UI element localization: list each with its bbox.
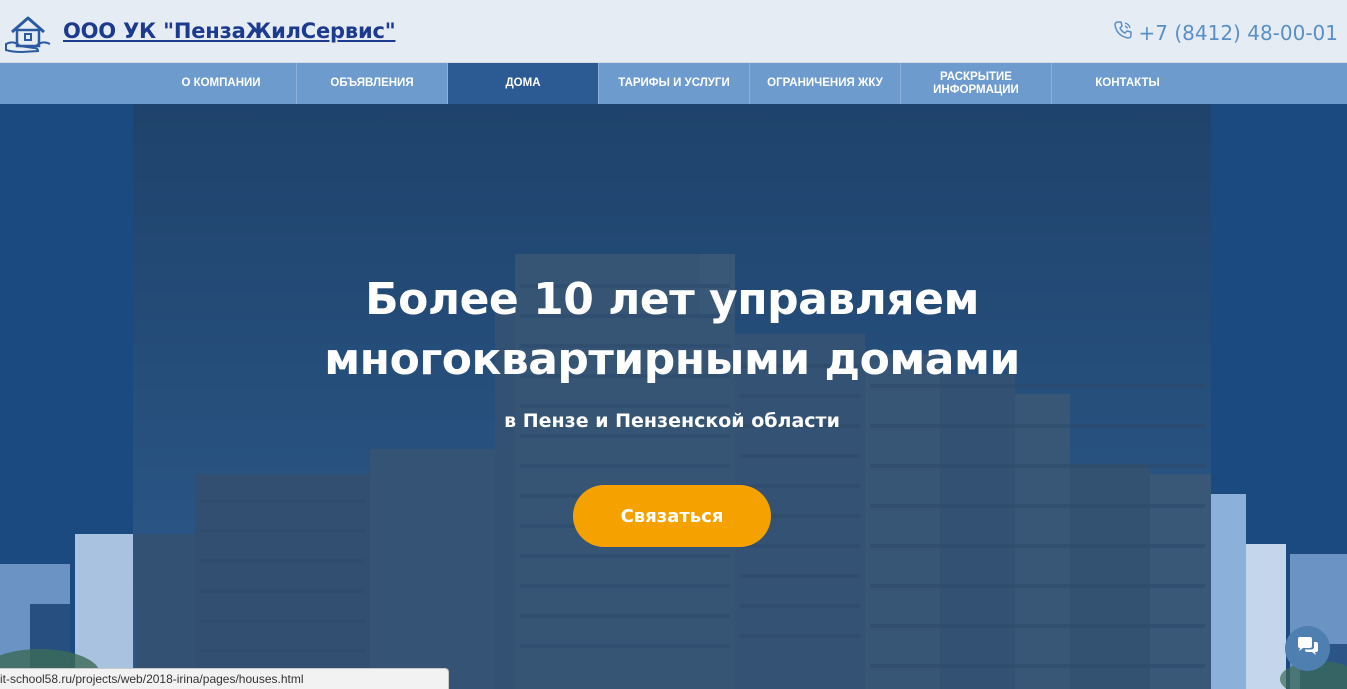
- hero-banner: Более 10 лет управляем многоквартирными …: [0, 104, 1347, 689]
- nav-item-houses[interactable]: ДОМА: [448, 63, 599, 104]
- nav-item-disclosure[interactable]: РАСКРЫТИЕ ИНФОРМАЦИИ: [901, 63, 1052, 104]
- company-name-link[interactable]: ООО УК "ПензаЖилСервис": [63, 19, 396, 43]
- buildings-background-image: [0, 104, 1347, 689]
- main-nav: О КОМПАНИИ ОБЪЯВЛЕНИЯ ДОМА ТАРИФЫ И УСЛУ…: [0, 63, 1347, 104]
- chat-bubbles-icon: [1296, 636, 1320, 662]
- nav-item-restrictions[interactable]: ОГРАНИЧЕНИЯ ЖКУ: [750, 63, 901, 104]
- contact-button[interactable]: Связаться: [573, 485, 771, 547]
- nav-item-contacts[interactable]: КОНТАКТЫ: [1052, 63, 1203, 104]
- hero-title: Более 10 лет управляем многоквартирными …: [133, 270, 1211, 390]
- nav-item-tariffs[interactable]: ТАРИФЫ И УСЛУГИ: [599, 63, 750, 104]
- nav-item-announcements[interactable]: ОБЪЯВЛЕНИЯ: [297, 63, 448, 104]
- nav-item-about[interactable]: О КОМПАНИИ: [146, 63, 297, 104]
- phone-number: +7 (8412) 48-00-01: [1138, 20, 1338, 45]
- hero-title-line1: Более 10 лет управляем: [365, 274, 979, 325]
- phone-link[interactable]: +7 (8412) 48-00-01: [1113, 20, 1338, 45]
- hero-subtitle: в Пензе и Пензенской области: [504, 410, 840, 432]
- site-header: ООО УК "ПензаЖилСервис" +7 (8412) 48-00-…: [0, 0, 1347, 63]
- chat-widget-button[interactable]: [1285, 626, 1330, 671]
- browser-status-bar: it-school58.ru/projects/web/2018-irina/p…: [0, 668, 449, 689]
- phone-icon: [1113, 20, 1133, 45]
- house-hands-icon[interactable]: [4, 10, 52, 56]
- hero-title-line2: многоквартирными домами: [324, 334, 1020, 385]
